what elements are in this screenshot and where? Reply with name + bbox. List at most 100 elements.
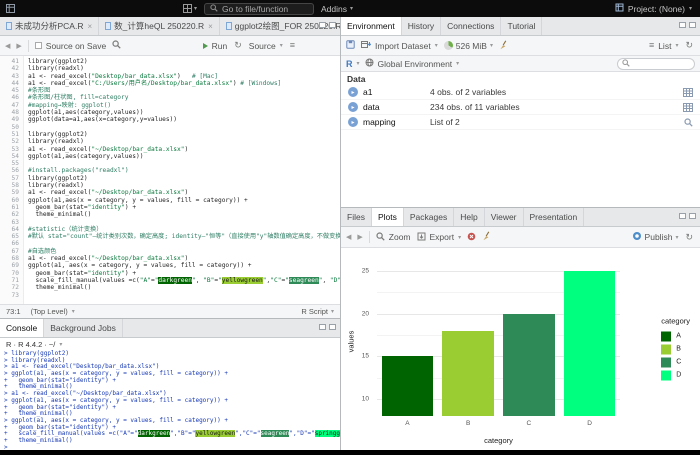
zoom-button[interactable]: Zoom — [376, 232, 411, 243]
x-tick-label: B — [438, 420, 499, 427]
environment-object-row[interactable]: ▸a14 obs. of 2 variables — [341, 85, 700, 100]
zoom-label: Zoom — [389, 232, 411, 242]
language-selector[interactable]: R ▾ — [346, 59, 360, 69]
code-line: a1 <- read_excel("C:/Users/用户名/Desktop/b… — [28, 80, 340, 87]
plots-tab[interactable]: Presentation — [524, 208, 585, 226]
inspect-object-icon[interactable] — [684, 118, 693, 127]
minimize-pane-icon[interactable] — [679, 213, 686, 219]
line-number: 73 — [0, 292, 19, 299]
run-button[interactable]: Run — [203, 41, 228, 51]
environment-search-input[interactable] — [633, 59, 691, 68]
view-table-icon[interactable] — [683, 88, 693, 97]
minimize-pane-icon[interactable] — [319, 324, 326, 330]
find-replace-icon[interactable] — [112, 40, 121, 51]
plots-tab[interactable]: Files — [341, 208, 372, 226]
code-line: ggplot(a1,aes(category,values)) — [28, 109, 340, 116]
expand-object-icon[interactable]: ▸ — [348, 102, 358, 112]
pane-window-controls[interactable] — [679, 213, 696, 219]
environment-tab[interactable]: Connections — [441, 17, 501, 35]
legend-label: D — [676, 372, 681, 379]
chevron-down-icon: ▾ — [357, 60, 360, 67]
plots-tab[interactable]: Help — [454, 208, 484, 226]
environment-tab[interactable]: Environment — [341, 17, 402, 35]
checkbox-icon[interactable] — [35, 42, 42, 49]
tab-close-icon[interactable]: × — [208, 22, 213, 31]
remove-plot-icon[interactable] — [467, 232, 476, 243]
environment-search-box[interactable] — [617, 58, 695, 70]
code-line: theme_minimal() — [28, 284, 340, 291]
chevron-down-icon: ▾ — [675, 234, 678, 241]
console-output[interactable]: > library(ggplot2)> library(readxl)> a1 … — [0, 350, 340, 450]
minimize-pane-icon[interactable] — [319, 22, 326, 28]
forward-icon[interactable]: ▶ — [16, 42, 21, 50]
plots-tab[interactable]: Plots — [372, 208, 404, 226]
pane-window-controls[interactable] — [319, 324, 336, 330]
export-button[interactable]: Export ▾ — [417, 232, 462, 243]
publish-button[interactable]: Publish ▾ — [632, 231, 679, 243]
environment-tab[interactable]: History — [402, 17, 441, 35]
source-button[interactable]: Source ▾ — [249, 41, 283, 51]
refresh-icon[interactable]: ↻ — [685, 233, 693, 242]
titlebar: ▾ Go to file/function Addins ▾ Project: … — [0, 0, 700, 17]
goto-file-search[interactable]: Go to file/function — [204, 3, 314, 15]
tab-label: Presentation — [530, 212, 578, 222]
x-axis-label: category — [377, 436, 620, 445]
view-table-icon[interactable] — [683, 103, 693, 112]
code-editor[interactable]: 4142434445464748495051525354555657585960… — [0, 56, 340, 304]
chevron-down-icon: ▾ — [689, 5, 692, 12]
addins-label: Addins — [321, 4, 347, 14]
code-content[interactable]: library(ggplot2) library(readxl) a1 <- rea… — [24, 56, 340, 304]
expand-object-icon[interactable]: ▸ — [348, 87, 358, 97]
filetype-selector[interactable]: R Script ▾ — [301, 307, 334, 316]
import-dataset-button[interactable]: Import Dataset ▾ — [361, 40, 438, 51]
toolbar-panes-icon[interactable]: ▾ — [183, 4, 197, 13]
line-number: 67 — [0, 248, 19, 255]
editor-tab[interactable]: 未成功分析PCA.R× — [0, 17, 99, 35]
chevron-down-icon: ▾ — [456, 60, 459, 67]
plots-tab[interactable]: Viewer — [485, 208, 524, 226]
list-view-selector[interactable]: ≡ List ▾ — [649, 41, 679, 51]
environment-scope-selector[interactable]: Global Environment ▾ — [365, 58, 460, 69]
memory-usage-button[interactable]: 526 MiB ▾ — [444, 41, 493, 51]
document-outline-icon[interactable]: ≡ — [290, 41, 295, 50]
environment-object-row[interactable]: ▸mappingList of 2 — [341, 115, 700, 130]
save-workspace-icon[interactable] — [346, 40, 355, 51]
line-number: 48 — [0, 109, 19, 116]
bar-chart-panel — [377, 258, 620, 416]
scope-label: Global Environment — [378, 59, 453, 69]
maximize-pane-icon[interactable] — [689, 22, 696, 28]
maximize-pane-icon[interactable] — [329, 324, 336, 330]
tab-close-icon[interactable]: × — [87, 22, 92, 31]
rerun-icon[interactable]: ↻ — [234, 41, 242, 50]
code-line: #mapping→映射: ggplot() — [28, 102, 340, 109]
plots-tab[interactable]: Packages — [404, 208, 454, 226]
code-line: #自选颜色 — [28, 248, 340, 255]
environment-tab[interactable]: Tutorial — [501, 17, 542, 35]
source-on-save-toggle[interactable]: Source on Save — [35, 41, 106, 51]
environment-object-row[interactable]: ▸data234 obs. of 11 variables — [341, 100, 700, 115]
code-line: library(ggplot2) — [28, 175, 340, 182]
line-number: 47 — [0, 102, 19, 109]
pane-window-controls[interactable] — [319, 22, 336, 28]
addins-menu[interactable]: Addins ▾ — [321, 4, 353, 14]
console-tab[interactable]: Background Jobs — [44, 319, 123, 337]
maximize-pane-icon[interactable] — [329, 22, 336, 28]
pane-window-controls[interactable] — [679, 22, 696, 28]
import-icon — [361, 40, 371, 51]
code-line: library(readxl) — [28, 138, 340, 145]
previous-plot-icon[interactable]: ◀ — [346, 233, 351, 241]
x-tick-label: A — [377, 420, 438, 427]
console-tab[interactable]: Console — [0, 319, 44, 337]
back-icon[interactable]: ◀ — [5, 42, 10, 50]
line-number: 64 — [0, 226, 19, 233]
project-menu[interactable]: Project: (None) ▾ — [615, 3, 692, 14]
editor-tab[interactable]: 数_计算heQL 250220.R× — [99, 17, 220, 35]
next-plot-icon[interactable]: ▶ — [357, 233, 362, 241]
maximize-pane-icon[interactable] — [689, 213, 696, 219]
clear-all-plots-icon[interactable] — [482, 231, 492, 243]
clear-workspace-icon[interactable] — [499, 40, 509, 52]
expand-object-icon[interactable]: ▸ — [348, 117, 358, 127]
scope-selector[interactable]: (Top Level) ▾ — [31, 307, 75, 316]
refresh-icon[interactable]: ↻ — [685, 41, 693, 50]
minimize-pane-icon[interactable] — [679, 22, 686, 28]
